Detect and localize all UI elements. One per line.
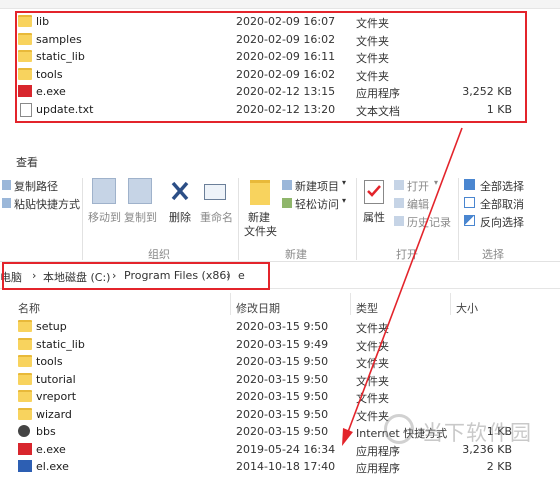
- list-item[interactable]: setup 2020-03-15 9:50 文件夹: [0, 318, 560, 336]
- file-name: wizard: [36, 407, 72, 421]
- file-type: 文件夹: [356, 374, 389, 388]
- column-separator[interactable]: [350, 293, 351, 315]
- folder-icon: [18, 355, 32, 367]
- list-item[interactable]: tools 2020-03-15 9:50 文件夹: [0, 353, 560, 371]
- column-header-type[interactable]: 类型: [356, 300, 378, 316]
- copy-path-icon: [2, 180, 11, 190]
- folder-icon: [18, 372, 32, 385]
- ribbon-separator: [238, 178, 239, 260]
- file-type: 文件夹: [356, 357, 389, 370]
- file-date: 2019-05-24 16:34: [236, 442, 336, 456]
- tab-view[interactable]: 查看: [16, 154, 38, 170]
- file-size: 2 KB: [486, 460, 512, 473]
- chevron-down-icon: ▾: [342, 178, 347, 187]
- file-name: e.exe: [36, 442, 66, 456]
- edit-button[interactable]: 编辑: [394, 196, 454, 212]
- file-type: 文件夹: [356, 322, 389, 335]
- folder-icon: [18, 390, 32, 402]
- group-select-label: 选择: [482, 248, 504, 261]
- invert-select-icon: [464, 215, 475, 226]
- top-header-strip: [0, 0, 560, 9]
- app-icon: [18, 460, 32, 472]
- address-highlight-box: [2, 262, 270, 290]
- file-type: 文件夹: [356, 392, 389, 405]
- file-name: el.exe: [36, 460, 69, 473]
- chevron-down-icon: ▾: [342, 196, 347, 205]
- ribbon-separator: [356, 178, 357, 260]
- column-header-name[interactable]: 名称: [18, 300, 40, 316]
- edit-icon: [394, 198, 404, 208]
- ribbon-separator: [82, 178, 83, 260]
- select-all-button[interactable]: 全部选择: [464, 178, 534, 194]
- copy-to-icon: [128, 178, 152, 204]
- copy-to-button[interactable]: 复制到: [122, 178, 158, 226]
- paste-shortcut-icon: [2, 198, 11, 208]
- ribbon-separator: [458, 178, 459, 260]
- new-item-button[interactable]: 新建项目 ▾: [282, 178, 352, 194]
- file-date: 2020-03-15 9:50: [236, 407, 329, 421]
- invert-select-button[interactable]: 反向选择: [464, 214, 534, 230]
- new-folder-icon: [250, 180, 270, 205]
- file-name: tools: [36, 355, 63, 368]
- group-open-label: 打开: [396, 248, 418, 261]
- group-new-label: 新建: [285, 248, 307, 261]
- file-name: static_lib: [36, 337, 85, 351]
- column-separator[interactable]: [450, 293, 451, 315]
- delete-button[interactable]: 删除: [166, 178, 196, 226]
- list-item[interactable]: el.exe 2014-10-18 17:40 应用程序 2 KB: [0, 458, 560, 476]
- move-to-icon: [92, 178, 116, 204]
- rename-button[interactable]: 重命名: [198, 178, 234, 226]
- file-date: 2020-03-15 9:50: [236, 320, 329, 333]
- group-organize-label: 组织: [148, 248, 170, 261]
- column-header-date[interactable]: 修改日期: [236, 300, 280, 316]
- list-item[interactable]: tutorial 2020-03-15 9:50 文件夹: [0, 371, 560, 389]
- list-item[interactable]: static_lib 2020-03-15 9:49 文件夹: [0, 336, 560, 354]
- select-none-icon: [464, 197, 475, 208]
- list-item[interactable]: vreport 2020-03-15 9:50 文件夹: [0, 388, 560, 406]
- easy-access-icon: [282, 198, 292, 208]
- file-name: vreport: [36, 390, 77, 403]
- exe-icon: [18, 442, 32, 455]
- file-name: tutorial: [36, 372, 76, 386]
- chevron-down-icon: ▾: [434, 178, 439, 187]
- watermark: 当下软件园: [384, 412, 556, 450]
- folder-icon: [18, 337, 32, 350]
- top-highlight-box: [15, 11, 527, 123]
- file-type: 应用程序: [356, 462, 400, 475]
- file-date: 2020-03-15 9:50: [236, 372, 329, 386]
- file-name: setup: [36, 320, 67, 333]
- folder-icon: [18, 407, 32, 420]
- new-item-icon: [282, 180, 292, 190]
- history-icon: [394, 216, 404, 226]
- move-to-button[interactable]: 移动到: [86, 178, 122, 226]
- open-icon: [394, 180, 404, 190]
- folder-icon: [18, 320, 32, 332]
- properties-button[interactable]: 属性: [360, 178, 390, 226]
- rename-icon: [204, 184, 226, 200]
- file-date: 2020-03-15 9:50: [236, 390, 329, 403]
- file-date: 2020-03-15 9:50: [236, 425, 329, 438]
- new-folder-button[interactable]: 新建 文件夹: [242, 178, 282, 238]
- delete-x-icon: [171, 181, 189, 201]
- history-button[interactable]: 历史记录: [394, 214, 456, 230]
- open-button[interactable]: 打开 ▾: [394, 178, 454, 194]
- easy-access-button[interactable]: 轻松访问 ▾: [282, 196, 352, 212]
- file-type: 文件夹: [356, 339, 389, 353]
- select-none-button[interactable]: 全部取消: [464, 196, 534, 212]
- file-date: 2020-03-15 9:50: [236, 355, 329, 368]
- column-header-size[interactable]: 大小: [456, 300, 478, 316]
- checkmark-icon: [367, 185, 381, 197]
- file-date: 2014-10-18 17:40: [236, 460, 336, 473]
- select-all-icon: [464, 179, 475, 190]
- column-separator[interactable]: [230, 293, 231, 315]
- file-date: 2020-03-15 9:49: [236, 337, 329, 351]
- file-name: bbs: [36, 425, 56, 438]
- watermark-logo-icon: [384, 414, 414, 444]
- bbs-icon: [18, 425, 30, 437]
